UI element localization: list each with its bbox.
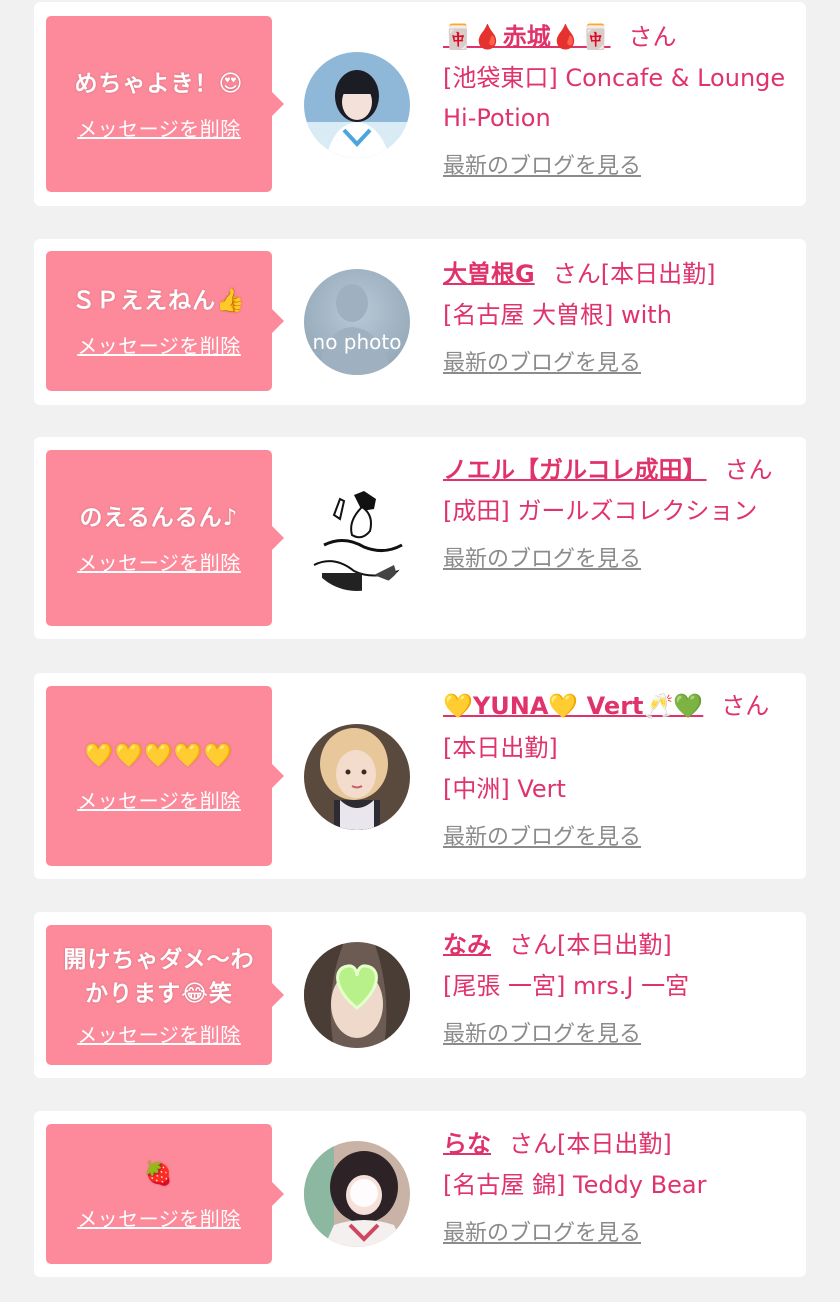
avatar[interactable] bbox=[304, 724, 410, 830]
working-today-label: [本日出勤] bbox=[443, 734, 558, 762]
message-bubble: めちゃよき！😍 メッセージを削除 bbox=[46, 16, 284, 192]
working-today-label: [本日出勤] bbox=[557, 931, 672, 959]
delete-message-link[interactable]: メッセージを削除 bbox=[77, 330, 241, 359]
avatar[interactable] bbox=[304, 1141, 410, 1247]
cast-name-link[interactable]: らな bbox=[443, 1130, 491, 1158]
message-bubble: 💛💛💛💛💛 メッセージを削除 bbox=[46, 686, 284, 866]
cast-name-link[interactable]: 🀄🩸赤城🩸🀄 bbox=[443, 23, 611, 51]
cast-name-link[interactable]: 💛YUNA💛 Vert🥂💚 bbox=[443, 692, 703, 720]
latest-blog-link[interactable]: 最新のブログを見る bbox=[443, 345, 641, 377]
shop-name: [成田] ガールズコレクション bbox=[443, 497, 758, 525]
avatar[interactable] bbox=[304, 52, 410, 158]
avatar[interactable] bbox=[304, 942, 410, 1048]
cast-info: 大曽根G さん[本日出勤] [名古屋 大曽根] with 最新のブログを見る bbox=[443, 253, 795, 377]
cast-name-line: なみ さん[本日出勤] bbox=[443, 924, 795, 966]
cast-name-link[interactable]: なみ bbox=[443, 931, 491, 959]
delete-message-link[interactable]: メッセージを削除 bbox=[77, 113, 241, 142]
cast-name-line: 🀄🩸赤城🩸🀄 さん bbox=[443, 16, 795, 58]
cast-info: ノエル【ガルコレ成田】 さん [成田] ガールズコレクション 最新のブログを見る bbox=[443, 449, 795, 573]
cast-name-line: らな さん[本日出勤] bbox=[443, 1123, 795, 1165]
no-photo-text: no photo bbox=[313, 330, 402, 354]
latest-blog-link[interactable]: 最新のブログを見る bbox=[443, 1016, 641, 1048]
avatar[interactable] bbox=[304, 485, 410, 591]
honorific: さん bbox=[724, 456, 773, 484]
message-text: ＳＰええねん👍 bbox=[72, 287, 246, 314]
delete-message-link[interactable]: メッセージを削除 bbox=[77, 1019, 241, 1048]
honorific: さん bbox=[509, 931, 557, 959]
cast-name-link[interactable]: ノエル【ガルコレ成田】 bbox=[443, 456, 707, 484]
message-text: のえるんるん♪ bbox=[79, 504, 239, 531]
shop-name: [名古屋 大曽根] with bbox=[443, 301, 672, 329]
shop-name: [中洲] Vert bbox=[443, 775, 566, 803]
message-bubble: ＳＰええねん👍 メッセージを削除 bbox=[46, 251, 284, 391]
shop-name: [尾張 一宮] mrs.J 一宮 bbox=[443, 972, 690, 1000]
latest-blog-link[interactable]: 最新のブログを見る bbox=[443, 148, 641, 180]
message-card: 💛💛💛💛💛 メッセージを削除 💛YUNA💛 Vert🥂💚 さん [本日出勤] [中洲… bbox=[34, 673, 806, 879]
honorific: さん bbox=[628, 23, 677, 51]
message-text: 🍓 bbox=[144, 1160, 174, 1187]
message-text: 💛💛💛💛💛 bbox=[84, 742, 234, 769]
delete-message-link[interactable]: メッセージを削除 bbox=[77, 1203, 241, 1232]
cast-info: らな さん[本日出勤] [名古屋 錦] Teddy Bear 最新のブログを見る bbox=[443, 1123, 795, 1247]
cast-name-line: 💛YUNA💛 Vert🥂💚 さん [本日出勤] bbox=[443, 685, 795, 769]
cast-name-line: 大曽根G さん[本日出勤] bbox=[443, 253, 795, 295]
message-list: めちゃよき！😍 メッセージを削除 🀄🩸赤城🩸🀄 さん [池袋東口] Concafe… bbox=[0, 0, 840, 1302]
latest-blog-link[interactable]: 最新のブログを見る bbox=[443, 541, 641, 573]
message-card: のえるんるん♪ メッセージを削除 ノエル【ガルコレ成田】 さん [成田] ガールズ… bbox=[34, 437, 806, 639]
latest-blog-link[interactable]: 最新のブログを見る bbox=[443, 1215, 641, 1247]
cast-info: 🀄🩸赤城🩸🀄 さん [池袋東口] Concafe & Lounge Hi-Poti… bbox=[443, 16, 795, 180]
shop-name: [名古屋 錦] Teddy Bear bbox=[443, 1171, 707, 1199]
cast-name-line: ノエル【ガルコレ成田】 さん bbox=[443, 449, 795, 491]
delete-message-link[interactable]: メッセージを削除 bbox=[77, 547, 241, 576]
message-card: ＳＰええねん👍 メッセージを削除 no photo 大曽根G さん[本日出勤] bbox=[34, 239, 806, 405]
shop-name: [池袋東口] Concafe & Lounge Hi-Potion bbox=[443, 64, 786, 132]
message-bubble: 開けちゃダメ〜わかります😂笑 メッセージを削除 bbox=[46, 925, 284, 1065]
message-card: めちゃよき！😍 メッセージを削除 🀄🩸赤城🩸🀄 さん [池袋東口] Concafe… bbox=[34, 2, 806, 206]
message-card: 🍓 メッセージを削除 らな さん[本日出勤] [名古屋 錦] Teddy Bear… bbox=[34, 1111, 806, 1277]
message-text: 開けちゃダメ〜わかります😂笑 bbox=[63, 946, 255, 1007]
delete-message-link[interactable]: メッセージを削除 bbox=[77, 785, 241, 814]
cast-name-link[interactable]: 大曽根G bbox=[443, 260, 535, 288]
avatar[interactable]: no photo bbox=[304, 269, 410, 375]
cast-info: なみ さん[本日出勤] [尾張 一宮] mrs.J 一宮 最新のブログを見る bbox=[443, 924, 795, 1048]
working-today-label: [本日出勤] bbox=[600, 260, 716, 288]
message-bubble: 🍓 メッセージを削除 bbox=[46, 1124, 284, 1264]
message-text: めちゃよき！😍 bbox=[74, 70, 244, 97]
honorific: さん bbox=[509, 1130, 557, 1158]
honorific: さん bbox=[552, 260, 601, 288]
working-today-label: [本日出勤] bbox=[557, 1130, 672, 1158]
latest-blog-link[interactable]: 最新のブログを見る bbox=[443, 819, 641, 851]
message-card: 開けちゃダメ〜わかります😂笑 メッセージを削除 なみ さん[本日出勤] [尾張 一… bbox=[34, 912, 806, 1078]
message-bubble: のえるんるん♪ メッセージを削除 bbox=[46, 450, 284, 626]
honorific: さん bbox=[721, 692, 770, 720]
cast-info: 💛YUNA💛 Vert🥂💚 さん [本日出勤] [中洲] Vert 最新のブログを見… bbox=[443, 685, 795, 851]
